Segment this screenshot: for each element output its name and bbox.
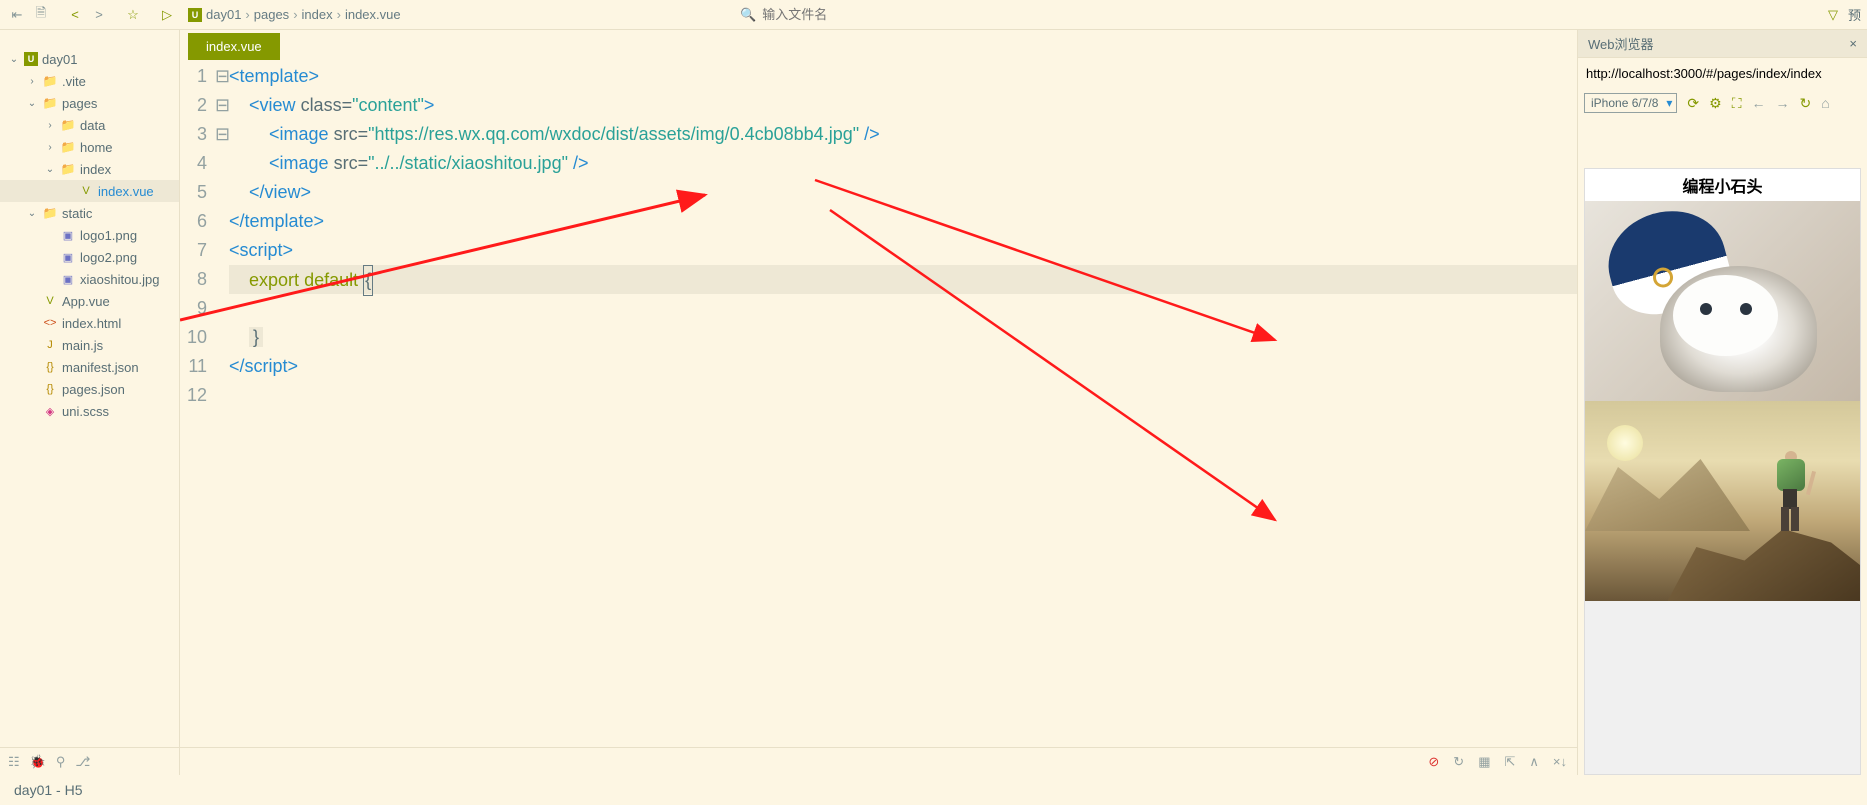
back-icon[interactable]: ←	[1752, 95, 1766, 111]
chevron-right-icon: ›	[337, 7, 341, 22]
close-icon[interactable]: ×	[1849, 36, 1857, 51]
git-icon[interactable]: ⎇	[75, 754, 90, 770]
preview-url-bar[interactable]	[1578, 58, 1867, 88]
editor-tabs: index.vue	[180, 30, 1577, 60]
top-toolbar: ⇤ 🗎 < > ☆ ▷ U day01 › pages › index › in…	[0, 0, 1867, 30]
run-icon[interactable]: ▷	[156, 4, 178, 26]
editor-body[interactable]: 123456789101112 ⊟⊟⊟ <template> <view cla…	[180, 60, 1577, 747]
sync-icon[interactable]: ↻	[1453, 754, 1464, 770]
rotate-icon[interactable]: ⟳	[1687, 95, 1699, 112]
tree-item-xiaoshitou-jpg[interactable]: ▣xiaoshitou.jpg	[0, 268, 179, 290]
status-bar: day01 - H5	[0, 775, 1867, 805]
terminal-icon[interactable]: ☷	[8, 754, 20, 770]
sidebar-toolbar: ☷ 🐞 ⚲ ⎇	[0, 747, 179, 775]
preview-panel: Web浏览器 × iPhone 6/7/8 ⟳ ⚙ ⛶ ← → ↻ ⌂ 编程小石…	[1577, 30, 1867, 775]
tree-item--vite[interactable]: ›.vite	[0, 70, 179, 92]
home-icon[interactable]: ⌂	[1821, 95, 1829, 111]
breadcrumb[interactable]: U day01 › pages › index › index.vue	[188, 7, 401, 22]
filter-icon[interactable]: ▽	[1822, 4, 1844, 26]
nav-back-icon[interactable]: <	[64, 4, 86, 26]
phone-page-title: 编程小石头	[1585, 169, 1860, 201]
tree-item-logo2-png[interactable]: ▣logo2.png	[0, 246, 179, 268]
export-icon[interactable]: ⇱	[1504, 754, 1515, 770]
tree-item-home[interactable]: ›home	[0, 136, 179, 158]
fold-column[interactable]: ⊟⊟⊟	[215, 60, 227, 747]
file-explorer: ⌄Uday01›.vite⌄pages›data›home⌄indexVinde…	[0, 30, 180, 775]
tree-item-index-vue[interactable]: Vindex.vue	[0, 180, 179, 202]
refresh-icon[interactable]: ↻	[1800, 95, 1812, 112]
tree-item-uni-scss[interactable]: ◈uni.scss	[0, 400, 179, 422]
tree-item-App-vue[interactable]: VApp.vue	[0, 290, 179, 312]
preview-image-1	[1585, 201, 1860, 401]
import-icon[interactable]: ⇤	[6, 4, 28, 26]
device-select[interactable]: iPhone 6/7/8	[1584, 93, 1677, 113]
search-icon: 🔍	[740, 7, 756, 23]
breadcrumb-item[interactable]: day01	[206, 7, 241, 22]
tree-item-static[interactable]: ⌄static	[0, 202, 179, 224]
preview-url-input[interactable]	[1586, 66, 1859, 81]
layout-icon[interactable]: ▦	[1478, 754, 1490, 770]
breadcrumb-item[interactable]: index	[302, 7, 333, 22]
file-search[interactable]: 🔍	[740, 7, 962, 23]
phone-preview: 编程小石头	[1584, 168, 1861, 775]
file-tree[interactable]: ⌄Uday01›.vite⌄pages›data›home⌄indexVinde…	[0, 30, 179, 747]
error-indicator-icon[interactable]: ⊘	[1428, 754, 1439, 770]
tree-item-pages[interactable]: ⌄pages	[0, 92, 179, 114]
editor-tab[interactable]: index.vue	[188, 33, 280, 60]
breadcrumb-item[interactable]: index.vue	[345, 7, 401, 22]
fullscreen-icon[interactable]: ⛶	[1732, 95, 1742, 112]
breadcrumb-item[interactable]: pages	[254, 7, 289, 22]
chevron-right-icon: ›	[293, 7, 297, 22]
save-icon[interactable]: 🗎	[30, 4, 52, 26]
debug-icon[interactable]: 🐞	[30, 754, 46, 770]
file-search-input[interactable]	[762, 7, 962, 22]
preview-tab[interactable]: Web浏览器 ×	[1578, 30, 1867, 58]
tree-item-pages-json[interactable]: {}pages.json	[0, 378, 179, 400]
status-project: day01 - H5	[14, 782, 82, 798]
settings-icon[interactable]: ⚙	[1709, 95, 1722, 112]
editor-statusbar: ⊘ ↻ ▦ ⇱ ∧ ×↓	[180, 747, 1577, 775]
star-icon[interactable]: ☆	[122, 4, 144, 26]
forward-icon[interactable]: →	[1776, 95, 1790, 111]
tree-item-index-html[interactable]: <>index.html	[0, 312, 179, 334]
nav-forward-icon[interactable]: >	[88, 4, 110, 26]
tree-item-logo1-png[interactable]: ▣logo1.png	[0, 224, 179, 246]
collapse-icon[interactable]: ∧	[1529, 754, 1539, 770]
project-icon: U	[188, 8, 202, 22]
preview-toolbar: iPhone 6/7/8 ⟳ ⚙ ⛶ ← → ↻ ⌂	[1578, 88, 1867, 118]
editor: index.vue 123456789101112 ⊟⊟⊟ <template>…	[180, 30, 1577, 775]
search-panel-icon[interactable]: ⚲	[56, 754, 66, 770]
tree-item-day01[interactable]: ⌄Uday01	[0, 48, 179, 70]
code-area[interactable]: <template> <view class="content"> <image…	[227, 60, 1577, 747]
preview-image-2	[1585, 401, 1860, 601]
chevron-right-icon: ›	[245, 7, 249, 22]
tree-item-manifest-json[interactable]: {}manifest.json	[0, 356, 179, 378]
tree-item-index[interactable]: ⌄index	[0, 158, 179, 180]
tree-item-main-js[interactable]: Jmain.js	[0, 334, 179, 356]
preview-tab-label: Web浏览器	[1588, 34, 1654, 53]
tree-item-data[interactable]: ›data	[0, 114, 179, 136]
sort-icon[interactable]: ×↓	[1553, 754, 1567, 770]
preview-toggle[interactable]: 预	[1848, 5, 1861, 24]
line-gutter: 123456789101112	[180, 60, 215, 747]
